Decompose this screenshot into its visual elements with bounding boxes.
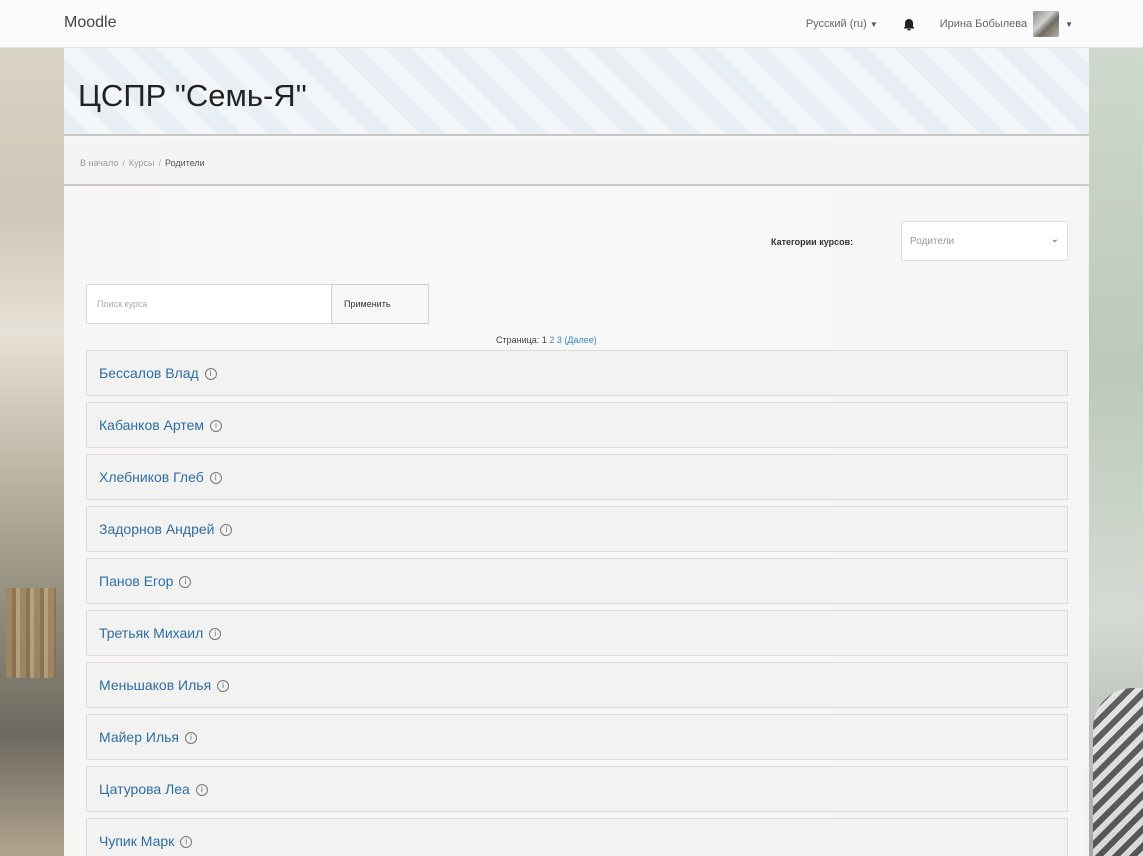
course-link[interactable]: Чупик Марк bbox=[99, 833, 174, 849]
course-link[interactable]: Бессалов Влад bbox=[99, 365, 199, 381]
course-item: Третьяк Михаил i bbox=[86, 610, 1068, 656]
pagination: Страница: 1 2 3 (Далее) bbox=[496, 335, 597, 345]
info-icon[interactable]: i bbox=[179, 576, 192, 588]
language-label: Русский (ru) bbox=[805, 18, 867, 30]
info-icon[interactable]: i bbox=[209, 472, 222, 484]
pagination-next[interactable]: (Далее) bbox=[564, 335, 596, 345]
category-select-label: Категории курсов: bbox=[771, 237, 854, 247]
pagination-page-2[interactable]: 2 bbox=[549, 335, 554, 345]
course-link[interactable]: Задорнов Андрей bbox=[99, 521, 214, 537]
breadcrumb-separator: / bbox=[122, 158, 125, 168]
course-link[interactable]: Кабанков Артем bbox=[99, 417, 204, 433]
notifications-icon[interactable] bbox=[902, 17, 916, 31]
language-menu[interactable]: Русский (ru) ▼ bbox=[806, 18, 878, 30]
page-content: ЦСПР "Семь-Я" В начало / Курсы / Родители Ка… bbox=[64, 48, 1089, 856]
user-name: Ирина Бобылева bbox=[939, 18, 1028, 30]
breadcrumb-item-current: Родители bbox=[165, 158, 205, 168]
course-link[interactable]: Меньшаков Илья bbox=[99, 677, 211, 693]
info-icon[interactable]: i bbox=[209, 628, 222, 640]
breadcrumb: В начало / Курсы / Родители bbox=[64, 138, 1089, 186]
chevron-down-icon: ▼ bbox=[869, 19, 878, 29]
chevron-down-icon: ▼ bbox=[1065, 19, 1073, 29]
breadcrumb-item-courses[interactable]: Курсы bbox=[129, 158, 155, 168]
pagination-label: Страница: bbox=[496, 335, 540, 345]
category-select-value: Родители bbox=[910, 236, 955, 247]
user-menu[interactable]: Ирина Бобылева ▼ bbox=[940, 11, 1073, 37]
page-header: ЦСПР "Семь-Я" bbox=[64, 48, 1089, 136]
course-link[interactable]: Майер Илья bbox=[99, 729, 179, 745]
info-icon[interactable]: i bbox=[204, 368, 217, 380]
course-item: Кабанков Артем i bbox=[86, 402, 1068, 448]
page-title: ЦСПР "Семь-Я" bbox=[78, 78, 307, 113]
navbar-right: Русский (ru) ▼ Ирина Бобылева ▼ bbox=[806, 0, 1073, 48]
chevron-down-icon: ⌄ bbox=[1050, 234, 1059, 245]
breadcrumb-item-home[interactable]: В начало bbox=[80, 158, 118, 168]
course-item: Меньшаков Илья i bbox=[86, 662, 1068, 708]
site-brand-link[interactable]: Moodle bbox=[64, 14, 116, 32]
course-link[interactable]: Хлебников Глеб bbox=[99, 469, 204, 485]
course-item: Бессалов Влад i bbox=[86, 350, 1068, 396]
course-list: Бессалов Влад i Кабанков Артем i Хлебников… bbox=[86, 350, 1068, 856]
breadcrumb-separator: / bbox=[158, 158, 161, 168]
course-item: Задорнов Андрей i bbox=[86, 506, 1068, 552]
background-photo-right bbox=[1087, 48, 1143, 856]
info-icon[interactable]: i bbox=[195, 784, 208, 796]
pagination-current: 1 bbox=[541, 335, 547, 345]
info-icon[interactable]: i bbox=[210, 420, 223, 432]
top-navbar: Moodle Русский (ru) ▼ Ирина Бобылева ▼ bbox=[0, 0, 1143, 48]
course-item: Цатурова Леа i bbox=[86, 766, 1068, 812]
course-item: Майер Илья i bbox=[86, 714, 1068, 760]
category-select[interactable]: Родители ⌄ bbox=[901, 221, 1068, 261]
pagination-page-3[interactable]: 3 bbox=[557, 335, 562, 345]
course-link[interactable]: Панов Егор bbox=[99, 573, 173, 589]
apply-search-button[interactable]: Применить bbox=[331, 284, 429, 324]
course-link[interactable]: Третьяк Михаил bbox=[99, 625, 203, 641]
course-search-input[interactable]: Поиск курса bbox=[86, 284, 332, 324]
info-icon[interactable]: i bbox=[180, 836, 193, 848]
background-photo-left bbox=[0, 48, 64, 856]
course-item: Панов Егор i bbox=[86, 558, 1068, 604]
info-icon[interactable]: i bbox=[220, 524, 233, 536]
info-icon[interactable]: i bbox=[217, 680, 230, 692]
course-item: Хлебников Глеб i bbox=[86, 454, 1068, 500]
info-icon[interactable]: i bbox=[185, 732, 197, 744]
avatar bbox=[1033, 11, 1060, 37]
course-item: Чупик Марк i bbox=[86, 818, 1068, 856]
course-link[interactable]: Цатурова Леа bbox=[99, 781, 190, 797]
